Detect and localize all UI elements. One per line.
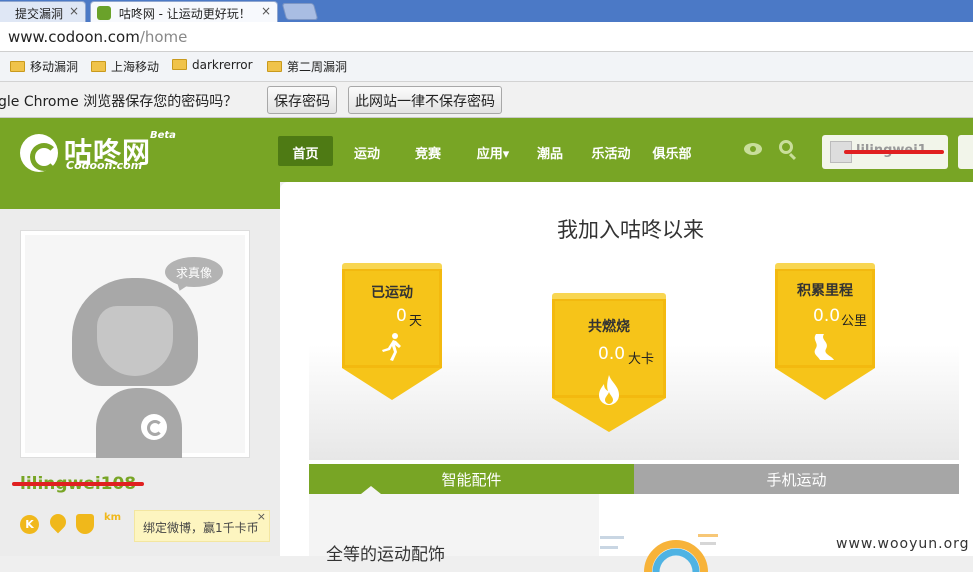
card-top xyxy=(342,263,442,269)
password-infobar: gle Chrome 浏览器保存您的密码吗？ 保存密码 此网站一律不保存密码 xyxy=(0,82,973,118)
url-host: www.codoon.com xyxy=(8,28,140,46)
url-text[interactable]: www.codoon.com/home xyxy=(8,28,187,46)
km-ruler-icon[interactable]: km xyxy=(104,512,121,523)
tab-close-icon[interactable]: × xyxy=(69,4,79,18)
tab-title: 咕咚网 - 让运动更好玩！ xyxy=(118,7,251,21)
codoon-favicon-icon xyxy=(97,6,111,20)
bind-weibo-tip[interactable]: 绑定微博，赢1千卡币 × xyxy=(134,510,270,542)
address-bar[interactable]: www.codoon.com/home xyxy=(0,22,973,52)
shield-icon[interactable] xyxy=(76,514,94,534)
bookmarks-bar: 移动漏洞 上海移动 darkrerror 第二周漏洞 xyxy=(0,52,973,82)
nav-home[interactable]: 首页 xyxy=(278,136,333,166)
new-tab-button[interactable] xyxy=(281,3,319,20)
card-title: 共燃烧 xyxy=(588,319,630,335)
road-icon xyxy=(814,334,834,360)
avatar-body-shape xyxy=(96,388,182,458)
nav-competition[interactable]: 竞赛 xyxy=(404,136,452,166)
redaction-line xyxy=(12,482,144,486)
browser-tab-codoon[interactable]: 咕咚网 - 让运动更好玩！ × xyxy=(90,1,278,22)
stats-heading: 我加入咕咚以来 xyxy=(557,218,704,242)
bookmark-item[interactable]: 上海移动 xyxy=(91,58,159,75)
card-value: 0.0 xyxy=(813,306,841,326)
url-path: /home xyxy=(139,28,188,46)
watermark-text: www.wooyun.org xyxy=(836,536,970,552)
beta-badge: Beta xyxy=(150,130,176,141)
tab-phone-sport[interactable]: 手机运动 xyxy=(634,464,959,494)
save-password-button[interactable]: 保存密码 xyxy=(267,86,337,114)
fire-icon xyxy=(599,375,619,405)
preview-chart-image xyxy=(600,534,718,572)
card-title: 积累里程 xyxy=(797,283,853,299)
card-top xyxy=(552,293,666,299)
codoon-logo-icon[interactable] xyxy=(20,134,58,172)
logo-subtext: Codoon.com xyxy=(66,159,143,172)
redaction-line xyxy=(844,150,944,154)
search-icon[interactable] xyxy=(779,140,793,154)
card-value: 0 xyxy=(396,306,407,326)
bookmark-item[interactable]: darkrerror xyxy=(172,58,253,72)
card-pointer xyxy=(342,368,442,400)
avatar-logo-icon xyxy=(141,414,167,440)
browser-tab-submit-bug[interactable]: 提交漏洞 × xyxy=(0,1,86,22)
browser-tabbar: 提交漏洞 × 咕咚网 - 让运动更好玩！ × xyxy=(0,0,973,22)
card-unit: 公里 xyxy=(841,314,868,329)
nav-sport[interactable]: 运动 xyxy=(343,136,391,166)
nav-products[interactable]: 潮品 xyxy=(527,136,573,166)
user-menu[interactable]: lilingwei1... xyxy=(822,135,948,169)
card-value: 0.0 xyxy=(598,344,626,364)
card-pointer xyxy=(775,368,875,400)
folder-icon xyxy=(267,61,282,72)
tab-close-icon[interactable]: × xyxy=(261,4,271,18)
eye-icon[interactable] xyxy=(744,143,762,155)
card-unit: 大卡 xyxy=(628,352,655,367)
upload-photo-bubble[interactable]: 求真像 xyxy=(165,257,223,287)
password-prompt-text: gle Chrome 浏览器保存您的密码吗？ xyxy=(0,94,238,110)
nav-clubs[interactable]: 俱乐部 xyxy=(646,136,698,166)
tab-smart-accessories[interactable]: 智能配件 xyxy=(309,464,634,494)
header-extra-button[interactable] xyxy=(958,135,973,169)
nav-apps[interactable]: 应用▾ xyxy=(468,136,518,166)
card-title: 已运动 xyxy=(371,285,413,301)
folder-icon xyxy=(10,61,25,72)
bookmark-item[interactable]: 移动漏洞 xyxy=(10,58,78,75)
site-header: 咕咚网 Codoon.com Beta 首页 运动 竞赛 应用▾ 潮品 乐活动 … xyxy=(0,118,973,182)
card-unit: 天 xyxy=(409,314,423,329)
folder-icon xyxy=(172,59,187,70)
k-badge-icon[interactable]: K xyxy=(20,515,39,534)
nav-activities[interactable]: 乐活动 xyxy=(584,136,638,166)
content-title: 全等的运动配饰 xyxy=(326,545,445,565)
bind-weibo-text: 绑定微博，赢1千卡币 xyxy=(143,521,259,535)
bookmark-item[interactable]: 第二周漏洞 xyxy=(267,58,347,75)
tab-title: 提交漏洞 xyxy=(15,7,64,21)
runner-icon xyxy=(382,333,401,361)
card-top xyxy=(775,263,875,269)
never-save-password-button[interactable]: 此网站一律不保存密码 xyxy=(348,86,502,114)
close-icon[interactable]: × xyxy=(257,510,266,523)
folder-icon xyxy=(91,61,106,72)
